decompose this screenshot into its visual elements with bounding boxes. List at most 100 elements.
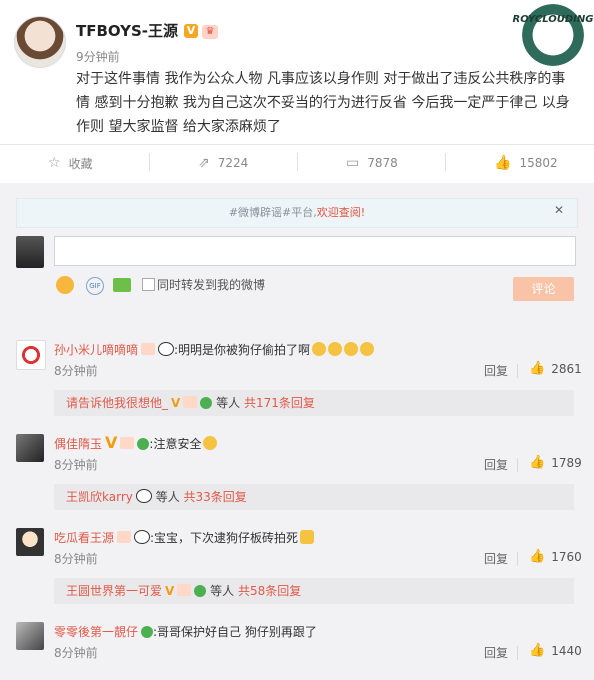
separator xyxy=(517,458,518,472)
reply-button[interactable]: 回复 xyxy=(484,550,508,567)
thumb-up-icon: 👍 xyxy=(529,643,546,658)
action-separator xyxy=(149,153,150,171)
member-icon xyxy=(200,397,213,409)
thumb-up-icon: 👍 xyxy=(494,155,512,171)
replier-name[interactable]: 王圆世界第一可爱 xyxy=(66,584,162,598)
thumb-up-icon: 👍 xyxy=(529,455,546,470)
panda-icon xyxy=(135,489,152,503)
favorite-button[interactable]: ☆ 收藏 xyxy=(48,152,93,174)
favorite-label: 收藏 xyxy=(68,156,93,171)
cry-emoji-icon xyxy=(360,342,375,356)
fan-crown-icon xyxy=(177,584,192,596)
commenter-avatar[interactable] xyxy=(16,434,44,462)
emoji-icon[interactable] xyxy=(56,276,74,294)
panda-icon xyxy=(134,530,151,544)
comment-line: 吃瓜看王源 :宝宝，下次逮狗仔板砖拍死 xyxy=(54,527,315,546)
verified-v-icon: V xyxy=(184,24,199,38)
commenter-avatar[interactable] xyxy=(16,528,44,556)
comment-time: 8分钟前 xyxy=(54,364,98,378)
commenter-name[interactable]: 偶佳隋玉 xyxy=(54,437,102,451)
repost-checkbox[interactable] xyxy=(142,278,155,291)
action-separator xyxy=(297,153,298,171)
commenter-name[interactable]: 孙小米儿嘀嘀嘀 xyxy=(54,343,138,357)
sweat-emoji-icon xyxy=(203,436,218,450)
comment-line: 孙小米儿嘀嘀嘀 :明明是你被狗仔偷拍了啊 xyxy=(54,339,375,358)
verified-v-icon: V xyxy=(171,396,181,410)
replier-name[interactable]: 请告诉他我很想他_ xyxy=(66,396,168,410)
reply-summary[interactable]: 王凯欣karry 等人 共33条回复 xyxy=(54,484,574,510)
notice-text: #微博辟谣#平台, xyxy=(228,206,317,219)
commenter-name[interactable]: 吃瓜看王源 xyxy=(54,531,114,545)
reply-count[interactable]: 共58条回复 xyxy=(238,584,301,598)
reply-suffix: 等人 xyxy=(155,490,180,504)
member-icon xyxy=(194,585,207,597)
cry-emoji-icon xyxy=(344,342,359,356)
reply-button[interactable]: 回复 xyxy=(484,456,508,473)
separator xyxy=(517,552,518,566)
fan-crown-icon: ♛ xyxy=(202,25,219,39)
comment-text: :注意安全 xyxy=(149,437,202,451)
reply-button[interactable]: 回复 xyxy=(484,362,508,379)
fist-emoji-icon xyxy=(300,530,315,544)
cry-emoji-icon xyxy=(328,342,343,356)
comment-text: :明明是你被狗仔偷拍了啊 xyxy=(174,343,311,357)
watermark-text: ROYCLOUDING xyxy=(512,14,594,25)
reply-count[interactable]: 共171条回复 xyxy=(244,396,315,410)
reply-suffix: 等人 xyxy=(210,584,235,598)
panda-icon xyxy=(158,342,175,356)
image-icon[interactable] xyxy=(113,278,131,292)
comment-icon: ▭ xyxy=(346,155,360,171)
author-name[interactable]: TFBOYS-王源 xyxy=(76,22,178,40)
verified-v-icon: V xyxy=(105,433,118,452)
comment-text: :哥哥保护好自己 狗仔别再跟了 xyxy=(153,625,317,639)
comment-text: :宝宝，下次逮狗仔板砖拍死 xyxy=(150,531,299,545)
fan-crown-icon xyxy=(120,437,135,449)
commenter-avatar[interactable] xyxy=(16,340,46,370)
comment-like-button[interactable]: 👍 1440 xyxy=(529,643,582,658)
notice-link[interactable]: 欢迎查阅! xyxy=(317,206,365,219)
close-icon[interactable]: ✕ xyxy=(554,203,564,217)
comment-like-count: 2861 xyxy=(551,361,582,376)
comment-button[interactable]: ▭ 7878 xyxy=(346,152,398,174)
cry-emoji-icon xyxy=(312,342,327,356)
star-icon: ☆ xyxy=(48,155,61,171)
comment-like-count: 1760 xyxy=(551,549,582,564)
comment-like-button[interactable]: 👍 1760 xyxy=(529,549,582,564)
commenter-name[interactable]: 零零後第一靚仔 xyxy=(54,625,138,639)
gif-icon[interactable]: GIF xyxy=(86,277,104,295)
comment-time: 8分钟前 xyxy=(54,458,98,472)
action-separator xyxy=(445,153,446,171)
commenter-avatar[interactable] xyxy=(16,622,44,650)
fan-crown-icon xyxy=(183,396,198,408)
post-time[interactable]: 9分钟前 xyxy=(76,48,120,65)
my-avatar xyxy=(16,236,44,268)
comment-like-button[interactable]: 👍 1789 xyxy=(529,455,582,470)
author-avatar[interactable] xyxy=(14,16,66,68)
comment-line: 零零後第一靚仔 :哥哥保护好自己 狗仔别再跟了 xyxy=(54,621,317,640)
repost-button[interactable]: ⇗ 7224 xyxy=(198,152,248,174)
comment-like-count: 1440 xyxy=(551,643,582,658)
reply-summary[interactable]: 请告诉他我很想他_ V 等人 共171条回复 xyxy=(54,390,574,416)
like-count: 15802 xyxy=(519,156,558,170)
comment-like-button[interactable]: 👍 2861 xyxy=(529,361,582,376)
divider xyxy=(0,144,594,145)
reply-suffix: 等人 xyxy=(216,396,241,410)
reply-count[interactable]: 共33条回复 xyxy=(184,490,247,504)
comment-time: 8分钟前 xyxy=(54,552,98,566)
like-button[interactable]: 👍 15802 xyxy=(494,152,558,174)
fan-crown-icon xyxy=(117,531,132,543)
member-icon xyxy=(137,438,150,450)
rumor-notice[interactable]: #微博辟谣#平台,欢迎查阅! xyxy=(16,198,578,228)
replier-name[interactable]: 王凯欣karry xyxy=(66,490,133,504)
submit-comment-button[interactable]: 评论 xyxy=(513,277,574,301)
reply-summary[interactable]: 王圆世界第一可爱 V 等人 共58条回复 xyxy=(54,578,574,604)
reply-button[interactable]: 回复 xyxy=(484,644,508,661)
comment-count: 7878 xyxy=(367,156,398,170)
author-name-row: TFBOYS-王源 V ♛ xyxy=(76,20,219,41)
comment-time: 8分钟前 xyxy=(54,646,98,660)
comment-input[interactable] xyxy=(54,236,576,266)
thumb-up-icon: 👍 xyxy=(529,549,546,564)
comment-line: 偶佳隋玉 V :注意安全 xyxy=(54,433,218,452)
verified-v-icon: V xyxy=(165,584,175,598)
separator xyxy=(517,646,518,660)
